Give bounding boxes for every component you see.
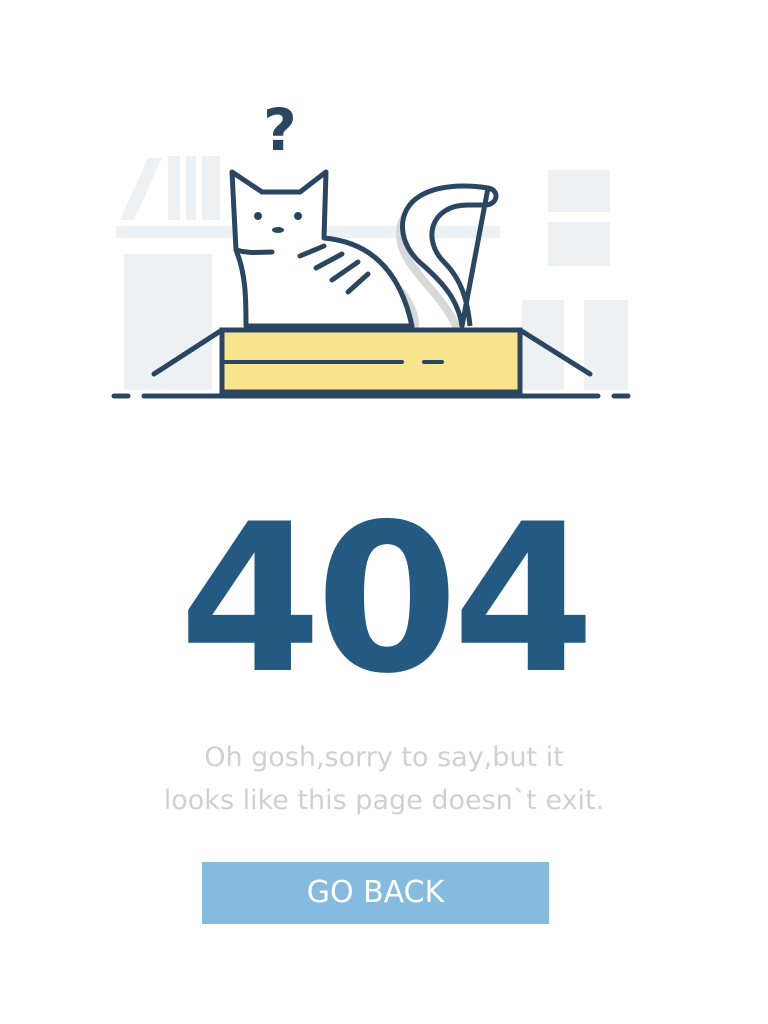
cat-tail (395, 183, 499, 330)
error-message: Oh gosh,sorry to say,but it looks like t… (0, 736, 768, 822)
go-back-button[interactable]: GO BACK (202, 862, 549, 924)
error-code: 404 (179, 481, 595, 719)
question-mark-icon: ? (263, 96, 297, 164)
cat-chin-line (233, 247, 275, 255)
error-message-line-1: Oh gosh,sorry to say,but it (204, 742, 564, 773)
error-message-line-2: looks like this page doesn`t exit. (163, 785, 605, 816)
not-found-page: ? 404 Oh gosh,sorry to say,but it looks … (0, 0, 768, 1024)
cat-in-box-illustration: ? (111, 96, 631, 399)
